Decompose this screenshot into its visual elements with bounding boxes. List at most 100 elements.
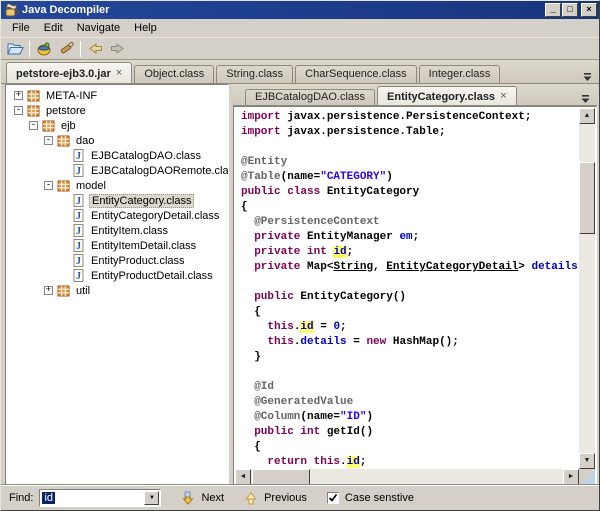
file-tab-strip: petstore-ejb3.0.jar × Object.class String.c…	[1, 60, 599, 84]
forward-icon[interactable]	[106, 39, 128, 59]
code-token: )	[386, 171, 393, 183]
expand-icon[interactable]: +	[14, 91, 23, 100]
code-line: @Column(name="ID")	[241, 410, 579, 425]
code-token: return	[267, 456, 308, 468]
vertical-scrollbar[interactable]: ▲ ▼	[579, 108, 595, 469]
tree-node-EntityProduct.class[interactable]: J EntityProduct.class	[6, 253, 228, 268]
code-token: )	[366, 411, 374, 423]
close-button[interactable]: ×	[581, 3, 597, 17]
code-line: @Entity	[241, 155, 579, 170]
tab-petstore-ejb3.0.jar[interactable]: petstore-ejb3.0.jar ×	[6, 62, 133, 83]
source-tab-EJBCatalogDAO.class[interactable]: EJBCatalogDAO.class	[245, 89, 376, 105]
tab-CharSequence.class[interactable]: CharSequence.class	[295, 65, 417, 83]
search-icon[interactable]	[55, 39, 77, 59]
scroll-left-icon[interactable]: ◄	[235, 469, 251, 485]
tree-node-EJBCatalogDAO.class[interactable]: J EJBCatalogDAO.class	[6, 148, 228, 163]
vertical-scroll-thumb[interactable]	[579, 162, 595, 234]
tab-label: petstore-ejb3.0.jar	[16, 67, 111, 80]
code-token: this	[267, 321, 294, 333]
horizontal-scrollbar[interactable]: ◄ ►	[235, 469, 579, 485]
code-token: =	[313, 321, 334, 333]
minimize-button[interactable]: _	[545, 3, 561, 17]
source-tab-EntityCategory.class[interactable]: EntityCategory.class ×	[377, 86, 517, 105]
expand-icon[interactable]: +	[44, 286, 53, 295]
class-icon: J	[72, 209, 85, 222]
code-token: this	[267, 336, 294, 348]
find-label: Find:	[9, 492, 34, 504]
menu-file[interactable]: File	[5, 20, 37, 36]
class-icon: J	[72, 269, 85, 282]
decompiled-source[interactable]: import javax.persistence.PersistenceCont…	[235, 108, 579, 469]
tree-node-label: EntityCategory.class	[89, 193, 195, 208]
tree-node-EntityItemDetail.class[interactable]: J EntityItemDetail.class	[6, 238, 228, 253]
find-previous-button[interactable]: Previous	[264, 492, 307, 504]
source-tab-dropdown-icon[interactable]	[580, 91, 591, 103]
tab-Object.class[interactable]: Object.class	[134, 65, 215, 83]
collapse-icon[interactable]: -	[14, 106, 23, 115]
code-token[interactable]: EntityCategoryDetail	[386, 261, 518, 273]
menu-edit[interactable]: Edit	[37, 20, 70, 36]
svg-text:J: J	[76, 256, 81, 267]
tree-node-petstore[interactable]: - petstore	[6, 103, 228, 118]
tree-node-EntityCategoryDetail.class[interactable]: J EntityCategoryDetail.class	[6, 208, 228, 223]
find-dropdown-icon[interactable]: ▼	[144, 491, 160, 505]
scroll-right-icon[interactable]: ►	[563, 469, 579, 485]
tab-list-dropdown-icon[interactable]	[582, 69, 593, 81]
tree-node-EntityProductDetail.class[interactable]: J EntityProductDetail.class	[6, 268, 228, 283]
menu-navigate[interactable]: Navigate	[70, 20, 127, 36]
case-sensitive-checkbox[interactable]	[326, 492, 339, 504]
tab-label: String.class	[226, 68, 284, 80]
source-tab-strip: EJBCatalogDAO.class EntityCategory.class ×	[233, 84, 597, 106]
code-line: private Map<String, EntityCategoryDetail…	[241, 260, 579, 275]
tab-label: EntityCategory.class	[387, 90, 496, 103]
code-viewer: import javax.persistence.PersistenceCont…	[233, 106, 597, 487]
code-line: {	[241, 440, 579, 455]
code-token: Map<	[300, 261, 334, 273]
find-next-button[interactable]: Next	[201, 492, 224, 504]
code-line: {	[241, 200, 579, 215]
previous-arrow-icon[interactable]	[244, 491, 258, 505]
package-icon	[57, 179, 70, 192]
code-line: public class EntityCategory	[241, 185, 579, 200]
code-token: @Column	[254, 411, 301, 423]
tree-node-EJBCatalogDAORemote.class[interactable]: J EJBCatalogDAORemote.class	[6, 163, 228, 178]
scroll-down-icon[interactable]: ▼	[579, 453, 595, 469]
maximize-button[interactable]: □	[562, 3, 578, 17]
scroll-up-icon[interactable]: ▲	[579, 108, 595, 124]
tree-node-META-INF[interactable]: + META-INF	[6, 88, 228, 103]
tree-node-ejb[interactable]: - ejb	[6, 118, 228, 133]
horizontal-scroll-thumb[interactable]	[252, 469, 310, 485]
open-file-icon[interactable]	[4, 39, 26, 59]
collapse-icon[interactable]: -	[29, 121, 38, 130]
collapse-icon[interactable]: -	[44, 136, 53, 145]
next-arrow-icon[interactable]	[181, 491, 195, 505]
search-match: id	[300, 321, 314, 333]
code-token: details	[300, 336, 347, 348]
code-token: ;	[412, 231, 420, 243]
tab-close-icon[interactable]: ×	[116, 68, 123, 79]
menu-help[interactable]: Help	[127, 20, 164, 36]
code-line: return this.id;	[241, 455, 579, 469]
tab-Integer.class[interactable]: Integer.class	[418, 65, 501, 83]
tab-close-icon[interactable]: ×	[500, 91, 507, 102]
tree-node-model[interactable]: - model	[6, 178, 228, 193]
open-type-icon[interactable]	[33, 39, 55, 59]
find-input[interactable]: id ▼	[39, 489, 162, 507]
tree-node-util[interactable]: + util	[6, 283, 228, 298]
tree-node-EntityItem.class[interactable]: J EntityItem.class	[6, 223, 228, 238]
app-window: Java Decompiler _ □ × File Edit Navigate Help…	[0, 0, 600, 511]
tree-node-EntityCategory.class[interactable]: J EntityCategory.class	[6, 193, 228, 208]
code-token[interactable]: String	[333, 261, 373, 273]
tab-String.class[interactable]: String.class	[216, 65, 294, 83]
class-icon: J	[72, 254, 85, 267]
code-token: javax.persistence.Table;	[280, 126, 446, 138]
back-icon[interactable]	[84, 39, 106, 59]
collapse-icon[interactable]: -	[44, 181, 53, 190]
tree-node-dao[interactable]: - dao	[6, 133, 228, 148]
svg-text:J: J	[76, 241, 81, 252]
